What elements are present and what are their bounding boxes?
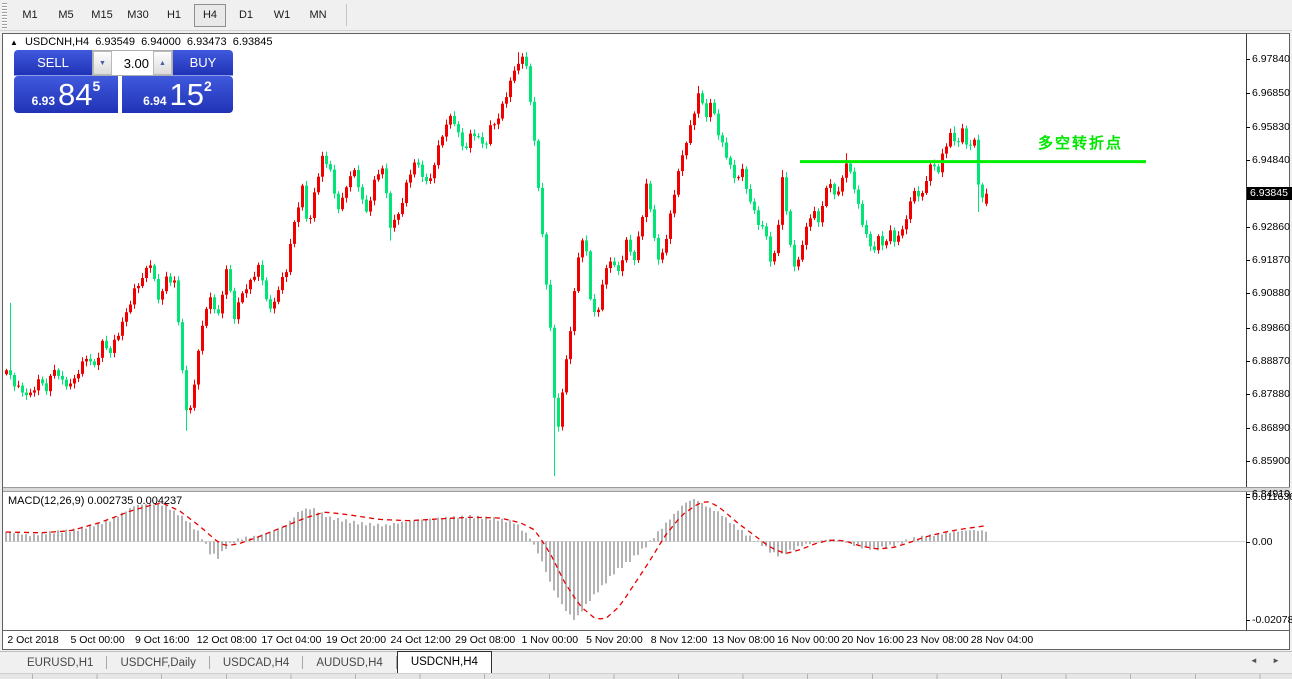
buy-price-sup: 2 xyxy=(204,78,212,94)
chart-symbol-label: USDCNH,H4 xyxy=(25,36,89,48)
chart-tab-usdcad-h4[interactable]: USDCAD,H4 xyxy=(210,653,302,673)
buy-button[interactable]: 6.94 15 2 xyxy=(122,76,233,113)
chart-tab-bar: EURUSD,H1USDCHF,DailyUSDCAD,H4AUDUSD,H4U… xyxy=(0,651,1292,673)
macd-indicator-label: MACD(12,26,9) 0.002735 0.004237 xyxy=(8,495,182,507)
bar-low-value: 6.93473 xyxy=(187,36,227,48)
volume-increase-button[interactable]: ▲ xyxy=(153,51,172,75)
macd-panel-divider[interactable] xyxy=(3,487,1290,492)
chevron-down-icon: ▼ xyxy=(99,60,106,67)
bar-close-value: 6.93845 xyxy=(233,36,273,48)
buy-tab-label: BUY xyxy=(173,50,233,76)
volume-stepper: ▼ 3.00 ▲ xyxy=(92,50,173,76)
chart-tab-eurusd-h1[interactable]: EURUSD,H1 xyxy=(14,653,106,673)
volume-decrease-button[interactable]: ▼ xyxy=(93,51,112,75)
buy-price-prefix: 6.94 xyxy=(143,94,166,108)
chart-header: ▲ USDCNH,H4 6.93549 6.94000 6.93473 6.93… xyxy=(10,36,275,48)
sell-price-sup: 5 xyxy=(93,78,101,94)
chart-tab-usdcnh-h4[interactable]: USDCNH,H4 xyxy=(397,651,492,673)
price-axis-separator[interactable] xyxy=(1246,34,1247,630)
chevron-up-icon: ▲ xyxy=(159,60,166,67)
sell-price-prefix: 6.93 xyxy=(32,94,55,108)
bar-high-value: 6.94000 xyxy=(141,36,181,48)
volume-input[interactable]: 3.00 xyxy=(112,51,153,75)
trendline-annotation-text: 多空转折点 xyxy=(1038,132,1123,153)
tab-scroll-left-icon[interactable]: ◄ xyxy=(1250,656,1264,665)
sell-price-big: 84 xyxy=(58,79,92,110)
tab-scroll-right-icon[interactable]: ► xyxy=(1272,656,1286,665)
chart-tab-usdchf-daily[interactable]: USDCHF,Daily xyxy=(107,653,208,673)
collapse-triangle-icon[interactable]: ▲ xyxy=(10,38,18,47)
chart-tab-audusd-h4[interactable]: AUDUSD,H4 xyxy=(303,653,395,673)
tab-scroll-buttons: ◄ ► xyxy=(1250,656,1286,665)
bar-open-value: 6.93549 xyxy=(95,36,135,48)
buy-price-big: 15 xyxy=(170,79,204,110)
macd-histogram-group xyxy=(5,499,987,620)
date-axis-separator xyxy=(3,630,1290,631)
sell-tab-label: SELL xyxy=(14,50,92,76)
sell-button[interactable]: 6.93 84 5 xyxy=(14,76,118,113)
candles-group xyxy=(5,52,988,476)
bottom-ruler-strip xyxy=(0,673,1292,679)
one-click-trading-panel: SELL BUY ▼ 3.00 ▲ 6.93 84 5 6.94 15 2 xyxy=(14,50,233,113)
